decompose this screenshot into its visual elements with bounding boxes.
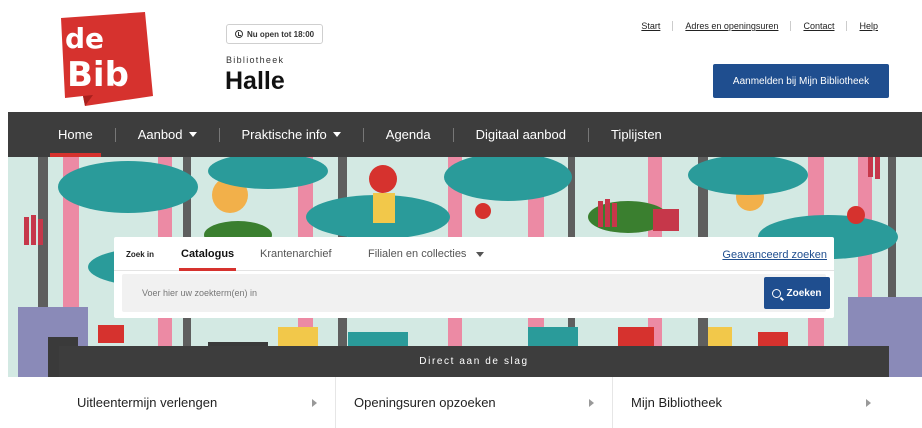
caret-down-icon [188, 132, 197, 137]
toplink-start[interactable]: Start [641, 21, 660, 31]
tab-filialen-en-collecties[interactable]: Filialen en collecties [368, 248, 485, 260]
tab-catalogus[interactable]: Catalogus [178, 248, 237, 271]
toplink-help[interactable]: Help [859, 21, 878, 31]
chevron-right-icon [312, 399, 317, 407]
search-button[interactable]: Zoeken [764, 277, 830, 309]
library-name: Halle [225, 67, 285, 95]
toplink-contact[interactable]: Contact [803, 21, 834, 31]
quick-link-renew[interactable]: Uitleentermijn verlengen [59, 377, 336, 428]
library-label: Bibliotheek [226, 55, 285, 65]
chevron-right-icon [866, 399, 871, 407]
search-tabs: Zoek in Catalogus Krantenarchief Filiale… [114, 237, 834, 271]
open-status-badge[interactable]: Nu open tot 18:00 [226, 24, 324, 44]
search-scope-label: Zoek in [126, 250, 155, 259]
caret-down-icon [332, 132, 341, 137]
nav-item-aanbod[interactable]: Aanbod [138, 112, 197, 157]
search-panel: Zoek in Catalogus Krantenarchief Filiale… [114, 237, 834, 318]
main-nav: Home Aanbod Praktische info Agenda Digit… [8, 112, 922, 157]
quick-links-title: Direct aan de slag [59, 346, 889, 377]
quick-link-my-library[interactable]: Mijn Bibliotheek [613, 377, 889, 428]
nav-item-digitaal-aanbod[interactable]: Digitaal aanbod [476, 112, 566, 157]
nav-item-home[interactable]: Home [50, 112, 101, 157]
toplink-address[interactable]: Adres en openingsuren [685, 21, 778, 31]
open-status-text: Nu open tot 18:00 [247, 29, 315, 39]
search-field: Zoeken [122, 274, 830, 312]
tab-krantenarchief[interactable]: Krantenarchief [260, 248, 332, 260]
login-button[interactable]: Aanmelden bij Mijn Bibliotheek [713, 64, 889, 98]
quick-link-opening-hours[interactable]: Openingsuren opzoeken [336, 377, 613, 428]
quick-links: Uitleentermijn verlengen Openingsuren op… [59, 377, 889, 428]
svg-text:Bib: Bib [67, 55, 129, 95]
top-links: Start Adres en openingsuren Contact Help [641, 21, 878, 31]
nav-item-tiplijsten[interactable]: Tiplijsten [611, 112, 662, 157]
site-header: de Bib Nu open tot 18:00 Bibliotheek Hal… [0, 0, 922, 112]
svg-text:de: de [65, 22, 104, 55]
clock-icon [235, 30, 243, 38]
search-icon [772, 288, 782, 298]
chevron-right-icon [589, 399, 594, 407]
advanced-search-link[interactable]: Geavanceerd zoeken [722, 249, 827, 261]
nav-item-agenda[interactable]: Agenda [386, 112, 431, 157]
debib-logo[interactable]: de Bib [57, 12, 155, 106]
search-input[interactable] [122, 274, 742, 312]
caret-down-icon [476, 251, 485, 257]
nav-item-praktische-info[interactable]: Praktische info [242, 112, 341, 157]
